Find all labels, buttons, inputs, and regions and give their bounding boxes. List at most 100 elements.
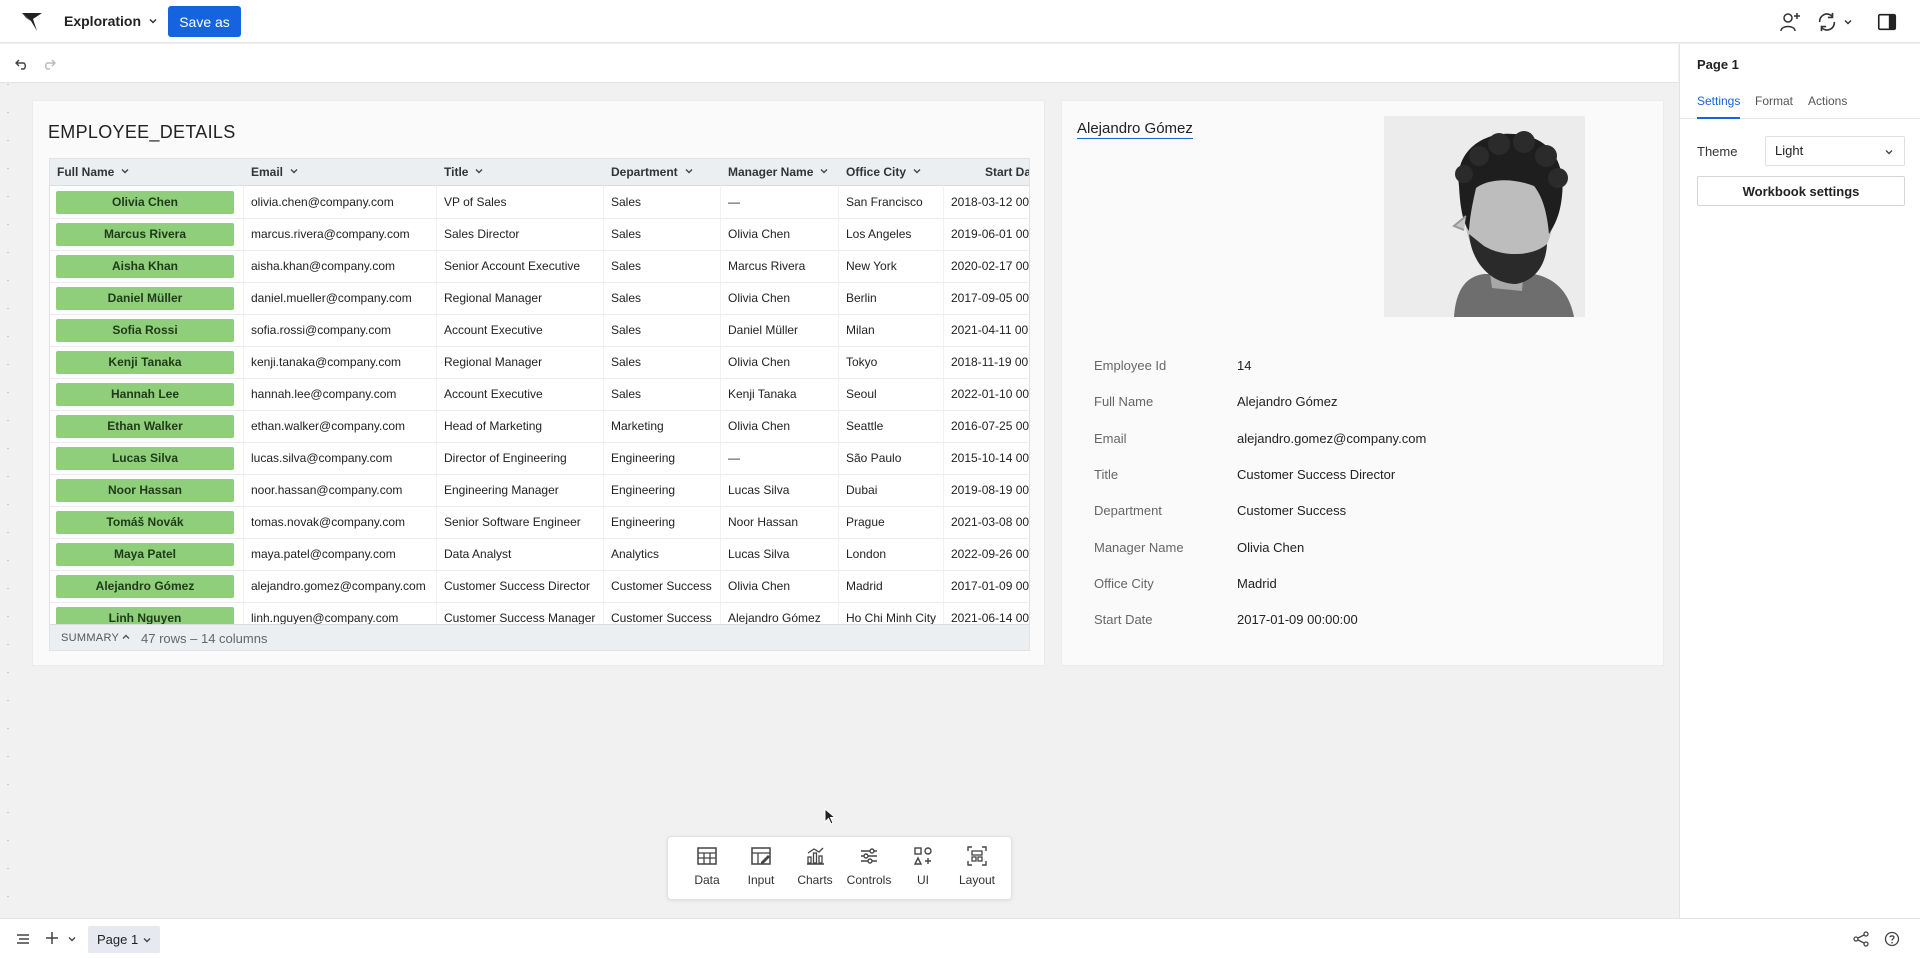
cell-manager-name[interactable]: Alejandro Gómez <box>721 603 839 624</box>
cell-department[interactable]: Engineering <box>604 475 721 507</box>
cell-title[interactable]: VP of Sales <box>437 187 604 219</box>
cell-email[interactable]: daniel.mueller@company.com <box>244 283 437 315</box>
table-summary[interactable]: SUMMARY 47 rows – 14 columns <box>50 624 1029 650</box>
cell-manager-name[interactable]: Olivia Chen <box>721 411 839 443</box>
cell-email[interactable]: lucas.silva@company.com <box>244 443 437 475</box>
cell-office-city[interactable]: Seattle <box>839 411 944 443</box>
cell-email[interactable]: noor.hassan@company.com <box>244 475 437 507</box>
help-icon[interactable] <box>1884 931 1900 947</box>
cell-email[interactable]: tomas.novak@company.com <box>244 507 437 539</box>
cell-office-city[interactable]: Tokyo <box>839 347 944 379</box>
cell-email[interactable]: marcus.rivera@company.com <box>244 219 437 251</box>
table-row[interactable]: Maya Patel maya.patel@company.com Data Ana… <box>50 539 1029 571</box>
cell-email[interactable]: hannah.lee@company.com <box>244 379 437 411</box>
cell-start-date[interactable]: 2018-11-19 00: <box>944 347 1029 379</box>
dock-charts-button[interactable]: Charts <box>786 845 844 893</box>
cell-start-date[interactable]: 2022-09-26 00: <box>944 539 1029 571</box>
cell-office-city[interactable]: Seoul <box>839 379 944 411</box>
cell-office-city[interactable]: Dubai <box>839 475 944 507</box>
cell-department[interactable]: Engineering <box>604 507 721 539</box>
table-row[interactable]: Lucas Silva lucas.silva@company.com Direct… <box>50 443 1029 475</box>
toggle-panel-button[interactable] <box>1876 10 1898 34</box>
cell-full-name[interactable]: Marcus Rivera <box>50 219 244 251</box>
table-row[interactable]: Alejandro Gómez alejandro.gomez@company.c… <box>50 571 1029 603</box>
lineage-icon[interactable] <box>1853 931 1869 947</box>
cell-manager-name[interactable]: Olivia Chen <box>721 347 839 379</box>
column-header-office-city[interactable]: Office City <box>839 159 944 186</box>
workbook-settings-button[interactable]: Workbook settings <box>1697 176 1905 206</box>
cell-manager-name[interactable]: Lucas Silva <box>721 539 839 571</box>
cell-start-date[interactable]: 2021-03-08 00: <box>944 507 1029 539</box>
cell-full-name[interactable]: Daniel Müller <box>50 283 244 315</box>
cell-manager-name[interactable]: Olivia Chen <box>721 571 839 603</box>
table-row[interactable]: Linh Nguyen linh.nguyen@company.com Custom… <box>50 603 1029 624</box>
redo-icon[interactable] <box>41 56 57 72</box>
cell-manager-name[interactable]: Lucas Silva <box>721 475 839 507</box>
cell-office-city[interactable]: New York <box>839 251 944 283</box>
cell-manager-name[interactable]: — <box>721 187 839 219</box>
table-row[interactable]: Ethan Walker ethan.walker@company.com Head… <box>50 411 1029 443</box>
cell-department[interactable]: Sales <box>604 219 721 251</box>
cell-full-name[interactable]: Tomáš Novák <box>50 507 244 539</box>
cell-email[interactable]: alejandro.gomez@company.com <box>244 571 437 603</box>
cell-email[interactable]: maya.patel@company.com <box>244 539 437 571</box>
cell-title[interactable]: Head of Marketing <box>437 411 604 443</box>
cell-office-city[interactable]: Los Angeles <box>839 219 944 251</box>
tab-actions[interactable]: Actions <box>1808 87 1847 119</box>
cell-office-city[interactable]: Ho Chi Minh City <box>839 603 944 624</box>
cell-title[interactable]: Senior Software Engineer <box>437 507 604 539</box>
cell-manager-name[interactable]: Noor Hassan <box>721 507 839 539</box>
cell-email[interactable]: sofia.rossi@company.com <box>244 315 437 347</box>
cell-manager-name[interactable]: — <box>721 443 839 475</box>
tab-format[interactable]: Format <box>1755 87 1793 119</box>
cell-full-name[interactable]: Sofia Rossi <box>50 315 244 347</box>
cell-title[interactable]: Customer Success Director <box>437 571 604 603</box>
cell-full-name[interactable]: Kenji Tanaka <box>50 347 244 379</box>
save-as-button[interactable]: Save as <box>168 6 241 37</box>
chevron-down-icon[interactable] <box>66 933 78 945</box>
cell-start-date[interactable]: 2020-02-17 00: <box>944 251 1029 283</box>
column-header-email[interactable]: Email <box>244 159 437 186</box>
add-user-button[interactable] <box>1778 10 1802 34</box>
cell-start-date[interactable]: 2016-07-25 00: <box>944 411 1029 443</box>
cell-office-city[interactable]: Madrid <box>839 571 944 603</box>
cell-title[interactable]: Account Executive <box>437 315 604 347</box>
table-row[interactable]: Marcus Rivera marcus.rivera@company.com Sa… <box>50 219 1029 251</box>
chevron-up-icon[interactable] <box>120 631 132 643</box>
pages-list-icon[interactable] <box>16 932 30 946</box>
dock-input-button[interactable]: Input <box>732 845 790 893</box>
cell-office-city[interactable]: Milan <box>839 315 944 347</box>
tab-settings[interactable]: Settings <box>1697 87 1741 119</box>
cell-title[interactable]: Sales Director <box>437 219 604 251</box>
dock-controls-button[interactable]: Controls <box>840 845 898 893</box>
table-row[interactable]: Sofia Rossi sofia.rossi@company.com Accoun… <box>50 315 1029 347</box>
employee-table[interactable]: Full Name Email Title Department Manager… <box>49 158 1030 651</box>
cell-full-name[interactable]: Linh Nguyen <box>50 603 244 624</box>
dock-layout-button[interactable]: Layout <box>948 845 1006 893</box>
table-row[interactable]: Hannah Lee hannah.lee@company.com Account … <box>50 379 1029 411</box>
table-row[interactable]: Tomáš Novák tomas.novak@company.com Senior… <box>50 507 1029 539</box>
refresh-button[interactable] <box>1816 10 1854 34</box>
cell-office-city[interactable]: Berlin <box>839 283 944 315</box>
cell-department[interactable]: Sales <box>604 379 721 411</box>
cell-start-date[interactable]: 2017-09-05 00: <box>944 283 1029 315</box>
cell-full-name[interactable]: Hannah Lee <box>50 379 244 411</box>
cell-start-date[interactable]: 2022-01-10 00: <box>944 379 1029 411</box>
cell-title[interactable]: Data Analyst <box>437 539 604 571</box>
table-row[interactable]: Aisha Khan aisha.khan@company.com Senior A… <box>50 251 1029 283</box>
cell-department[interactable]: Sales <box>604 315 721 347</box>
cell-email[interactable]: aisha.khan@company.com <box>244 251 437 283</box>
cell-title[interactable]: Customer Success Manager <box>437 603 604 624</box>
cell-full-name[interactable]: Olivia Chen <box>50 187 244 219</box>
cell-start-date[interactable]: 2019-08-19 00: <box>944 475 1029 507</box>
theme-select[interactable]: Light <box>1765 136 1905 166</box>
cell-department[interactable]: Analytics <box>604 539 721 571</box>
employee-table-panel[interactable]: EMPLOYEE_DETAILS Full Name Email Title D… <box>32 100 1045 666</box>
employee-detail-panel[interactable]: Alejandro Gómez Employee Id 14 Full Name Al… <box>1061 100 1664 666</box>
cell-manager-name[interactable]: Olivia Chen <box>721 219 839 251</box>
cell-manager-name[interactable]: Olivia Chen <box>721 283 839 315</box>
column-header-full-name[interactable]: Full Name <box>50 159 244 186</box>
cell-office-city[interactable]: London <box>839 539 944 571</box>
cell-full-name[interactable]: Lucas Silva <box>50 443 244 475</box>
cell-start-date[interactable]: 2019-06-01 00: <box>944 219 1029 251</box>
